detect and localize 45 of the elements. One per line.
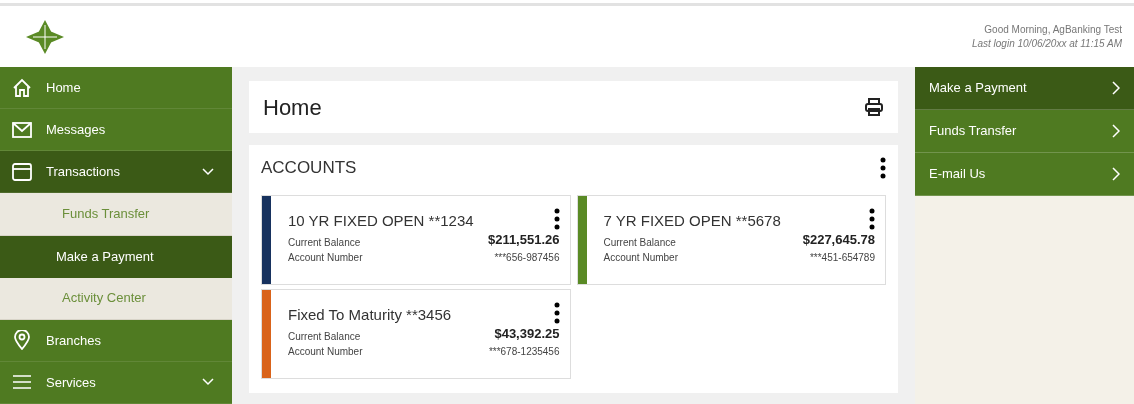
chevron-right-icon [1112,81,1120,95]
account-number-label: Account Number [288,250,363,265]
balance-label: Current Balance [603,235,676,250]
more-icon[interactable] [553,207,560,230]
section-title: ACCOUNTS [261,157,357,179]
last-login-text: Last login 10/06/20xx at 11:15 AM [971,36,1122,51]
nav-subitem[interactable]: Make a Payment [0,235,232,278]
page-title: Home [263,93,322,122]
logo-icon [26,19,64,54]
account-number: ***451-654789 [809,250,875,265]
more-icon[interactable] [880,156,886,179]
account-number-label: Account Number [603,250,678,265]
account-card[interactable]: 7 YR FIXED OPEN **5678 Current Balance $227,645.78 Account Number ***451-654789 [576,194,886,285]
more-icon[interactable] [869,207,875,230]
print-icon[interactable] [864,97,884,117]
chevron-right-icon [1112,124,1120,138]
account-number-label: Account Number [288,344,363,359]
location-pin-icon [14,330,30,351]
quick-link[interactable]: E-mail Us [915,153,1134,196]
balance-label: Current Balance [288,329,361,344]
balance-amount: $211,551.26 [487,231,560,249]
balance-amount: $227,645.78 [802,231,875,249]
account-number: ***678-1235456 [488,344,560,359]
account-card[interactable]: Fixed To Maturity **3456 Current Balance $43,392.25 Account Number ***678-1235456 [261,288,571,379]
account-name: 10 YR FIXED OPEN **1234 [288,210,474,231]
envelope-icon [12,121,32,138]
quick-link[interactable]: Make a Payment [915,67,1134,110]
account-name: Fixed To Maturity **3456 [288,304,452,325]
balance-label: Current Balance [288,235,361,250]
more-icon[interactable] [553,301,560,324]
account-number: ***656-987456 [494,250,560,265]
greeting-text: Good Morning, AgBanking Test [983,22,1122,37]
nav-subitem[interactable]: Funds Transfer [0,193,232,236]
chevron-down-icon [202,167,214,176]
menu-icon [12,374,32,391]
quick-link[interactable]: Funds Transfer [915,110,1134,153]
balance-amount: $43,392.25 [494,325,560,343]
home-icon [12,77,32,98]
account-name: 7 YR FIXED OPEN **5678 [603,210,781,231]
chevron-down-icon [202,378,214,387]
account-card[interactable]: 10 YR FIXED OPEN **1234 Current Balance $211,551.26 Account Number ***656-987456 [261,194,571,285]
nav-item[interactable]: Transactions [0,151,232,194]
chevron-right-icon [1112,167,1120,181]
card-icon [12,162,32,181]
nav-subitem[interactable]: Activity Center [0,277,232,320]
